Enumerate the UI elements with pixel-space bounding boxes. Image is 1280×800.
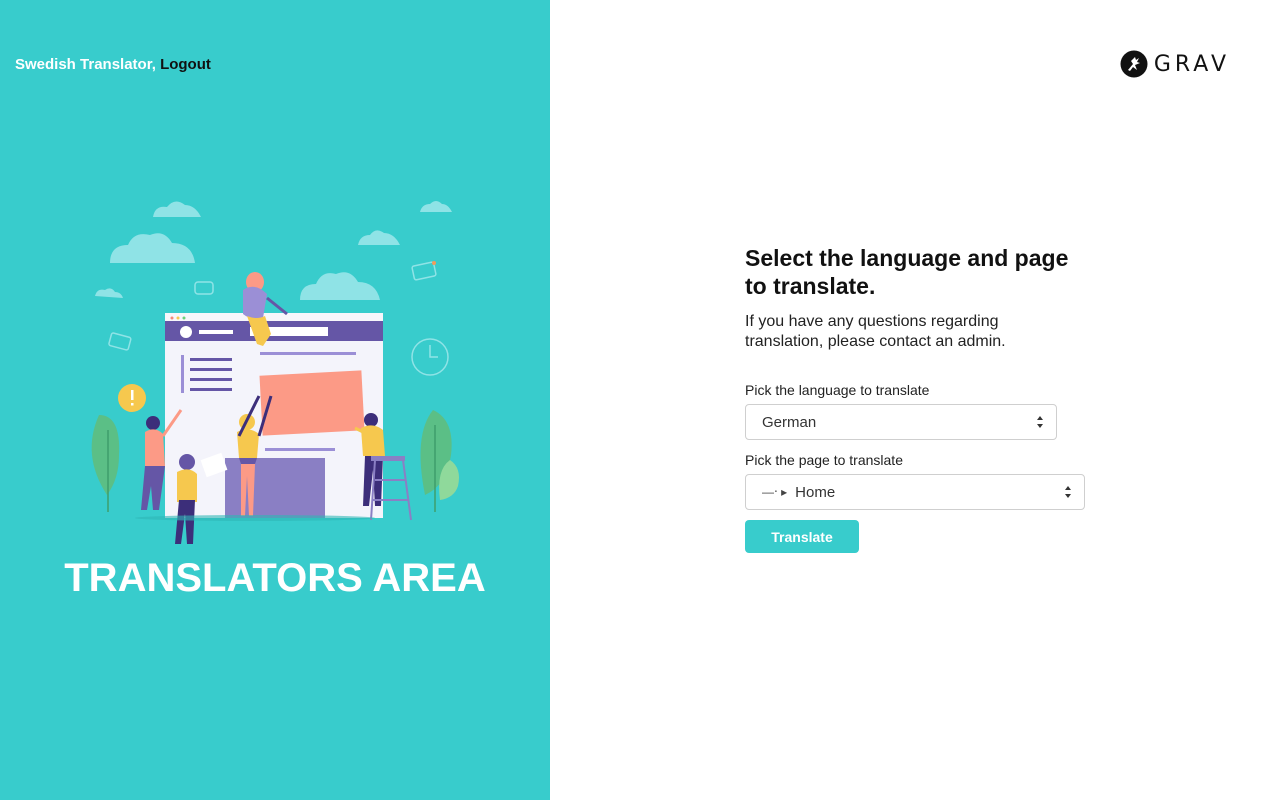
user-separator: , bbox=[151, 56, 161, 73]
translate-button[interactable]: Translate bbox=[745, 520, 859, 553]
page-tree-prefix: —‧ ▸ bbox=[762, 485, 788, 499]
user-info: Swedish Translator, Logout bbox=[15, 56, 211, 73]
select-arrows-icon bbox=[1065, 486, 1071, 498]
language-label: Pick the language to translate bbox=[745, 382, 930, 398]
page-label: Pick the page to translate bbox=[745, 452, 903, 468]
translate-form: Select the language and page to translat… bbox=[745, 244, 1105, 553]
grav-logo[interactable]: GRAV bbox=[1120, 50, 1230, 78]
form-subtext: If you have any questions regarding tran… bbox=[745, 313, 1006, 350]
language-select[interactable]: German bbox=[745, 404, 1057, 440]
grav-logo-text: GRAV bbox=[1153, 51, 1230, 77]
left-hero-panel: Swedish Translator, Logout TRANSLATORS A… bbox=[0, 0, 550, 800]
logout-link[interactable]: Logout bbox=[160, 56, 211, 73]
translator-page: Swedish Translator, Logout TRANSLATORS A… bbox=[0, 0, 1280, 800]
translators-illustration bbox=[91, 201, 459, 544]
right-form-panel: GRAV Select the language and page to tra… bbox=[550, 0, 1280, 800]
translators-area-title: TRANSLATORS AREA bbox=[64, 556, 486, 600]
grav-logo-icon bbox=[1120, 50, 1148, 78]
language-selected-value: German bbox=[762, 413, 817, 431]
user-name: Swedish Translator bbox=[15, 56, 152, 73]
select-arrows-icon bbox=[1037, 416, 1043, 428]
page-select[interactable]: —‧ ▸ Home bbox=[745, 474, 1085, 510]
page-selected-value: Home bbox=[795, 483, 836, 501]
form-heading: Select the language and page to translat… bbox=[745, 245, 1069, 299]
